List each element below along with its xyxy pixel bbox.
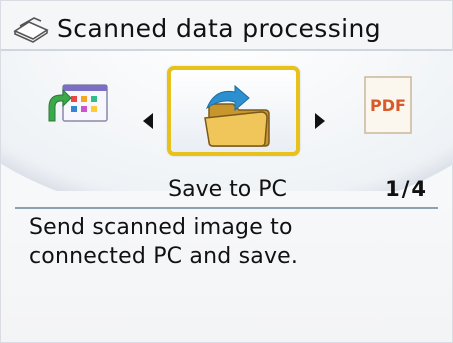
previous-arrow-icon[interactable] (143, 113, 153, 129)
next-arrow-icon[interactable] (315, 113, 325, 129)
folder-save-icon (204, 84, 270, 147)
forward-to-app-icon (48, 84, 108, 122)
selection-label-row: Save to PC 1/4 (1, 177, 452, 205)
description-text: Send scanned image to connected PC and s… (29, 213, 429, 271)
carousel-item-selected[interactable] (167, 66, 300, 156)
description-line-1: Send scanned image to (29, 215, 293, 240)
page-title: Scanned data processing (57, 13, 382, 43)
label-divider (15, 207, 438, 209)
lcd-screen: Scanned data processing PDF Save to PC 1… (0, 0, 453, 343)
svg-text:PDF: PDF (370, 96, 406, 115)
description-line-2: connected PC and save. (29, 244, 299, 269)
header: Scanned data processing (11, 11, 381, 45)
carousel-item-next[interactable]: PDF (359, 73, 431, 143)
page-indicator: 1/4 (385, 177, 428, 201)
pdf-document-icon: PDF (364, 76, 412, 134)
scanner-icon (13, 17, 49, 43)
carousel-item-previous[interactable] (41, 73, 113, 143)
